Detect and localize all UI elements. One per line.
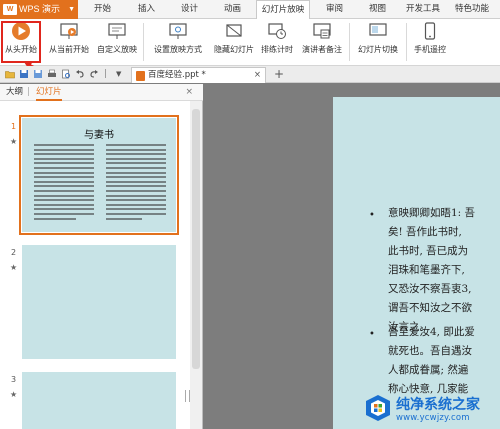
- slide-thumbnail-2[interactable]: [22, 245, 176, 359]
- menu-insert[interactable]: 插入: [138, 0, 155, 19]
- slide-text-line: 又恐汝不察吾衷3,: [388, 283, 472, 295]
- rehearse-timing-label: 排练计时: [261, 45, 293, 54]
- new-tab-button[interactable]: +: [274, 66, 284, 82]
- slide-text-line: 意映卿卿如晤1: 吾: [388, 207, 476, 219]
- slide-number: 3: [11, 375, 17, 384]
- slide-text-line: 谓吾不知汝之不欲: [388, 302, 472, 314]
- ribbon-separator: [143, 23, 144, 61]
- from-current-button[interactable]: 从当前开始: [46, 21, 92, 63]
- document-name: 百度经验.ppt *: [148, 70, 206, 80]
- screen-play-icon: [60, 23, 78, 39]
- print-preview-icon[interactable]: [61, 69, 71, 79]
- phone-icon: [424, 22, 436, 40]
- chevron-down-icon: ▼: [68, 6, 75, 13]
- ribbon-separator: [349, 23, 350, 61]
- close-panel-icon[interactable]: ×: [185, 84, 193, 100]
- customize-dropdown-icon[interactable]: ▼: [116, 66, 121, 82]
- slide-switch-label: 幻灯片切换: [358, 45, 398, 54]
- phone-remote-button[interactable]: 手机遥控: [412, 21, 448, 63]
- print-icon[interactable]: [47, 69, 57, 79]
- setup-show-label: 设置放映方式: [154, 45, 202, 54]
- toolbar-divider: |: [104, 69, 108, 79]
- from-current-label: 从当前开始: [49, 45, 89, 54]
- slide-number: 2: [11, 248, 17, 257]
- slide-text-line: 矣! 吾作此书时,: [388, 226, 462, 238]
- menu-developer[interactable]: 开发工具: [406, 0, 440, 19]
- slide-text-line: 就死也。吾自遇汝: [388, 345, 472, 357]
- scrollbar-thumb[interactable]: [192, 109, 200, 369]
- custom-show-button[interactable]: 自定义放映: [96, 21, 138, 63]
- slide-text-line: 人都成眷属; 然遍: [388, 364, 469, 376]
- watermark-logo-icon: [366, 395, 390, 421]
- menu-slideshow[interactable]: 幻灯片放映: [256, 0, 310, 20]
- tab-slides[interactable]: 幻灯片: [36, 84, 62, 101]
- slide-number: 1: [11, 122, 17, 131]
- menu-animation[interactable]: 动画: [224, 0, 241, 19]
- panel-tabs: 大纲 | 幻灯片 ×: [0, 84, 203, 101]
- bullet-icon: •: [369, 210, 375, 221]
- undo-icon[interactable]: [75, 69, 85, 79]
- save-icon[interactable]: [19, 69, 29, 79]
- slide-canvas[interactable]: • 意映卿卿如晤1: 吾 矣! 吾作此书时, 此书时, 吾已成为 泪珠和笔墨齐下…: [333, 97, 500, 429]
- open-folder-icon[interactable]: [5, 69, 15, 79]
- close-tab-icon[interactable]: ×: [254, 68, 261, 83]
- slide-text-line: 吾至爱汝4, 即此爱: [388, 326, 475, 338]
- bullet-icon: •: [369, 329, 375, 340]
- menu-view[interactable]: 视图: [369, 0, 386, 19]
- slides-panel: 大纲 | 幻灯片 × 1 ★ 与妻书 2 ★ 3 ★: [0, 84, 203, 429]
- hide-slide-label: 隐藏幻灯片: [214, 45, 254, 54]
- redo-icon[interactable]: [89, 69, 99, 79]
- tab-divider: |: [27, 87, 31, 97]
- hide-slide-button[interactable]: 隐藏幻灯片: [211, 21, 257, 63]
- setup-show-button[interactable]: 设置放映方式: [150, 21, 206, 63]
- setup-screen-icon: [169, 23, 187, 39]
- slide-thumbnail-3[interactable]: [22, 372, 176, 429]
- animation-star-icon: ★: [10, 263, 18, 272]
- document-tab[interactable]: 百度经验.ppt * ×: [131, 67, 266, 83]
- app-menu-button[interactable]: W WPS 演示 ▼: [0, 0, 78, 19]
- watermark: 纯净系统之家 www.ycwjzy.com: [364, 390, 500, 429]
- menu-design[interactable]: 设计: [181, 0, 198, 19]
- highlight-box: [1, 21, 41, 63]
- app-name: WPS 演示: [19, 4, 61, 14]
- custom-screen-icon: [108, 23, 126, 39]
- ppt-file-icon: [136, 71, 145, 81]
- thumbnail-title: 与妻书: [84, 130, 114, 141]
- watermark-url: www.ycwjzy.com: [396, 413, 470, 423]
- save-as-icon[interactable]: [33, 69, 43, 79]
- thumbnail-text-right: [106, 144, 166, 222]
- thumbnail-list: 1 ★ 与妻书 2 ★ 3 ★: [0, 101, 190, 429]
- rehearse-timing-button[interactable]: 排练计时: [259, 21, 295, 63]
- panel-scrollbar[interactable]: [190, 101, 202, 429]
- slide-thumbnail-1[interactable]: 与妻书: [19, 115, 179, 235]
- wps-logo-icon: W: [3, 4, 17, 16]
- presenter-notes-label: 演讲者备注: [302, 45, 342, 54]
- presenter-notes-button[interactable]: 演讲者备注: [299, 21, 345, 63]
- slide-text-line: 泪珠和笔墨齐下,: [388, 264, 465, 276]
- animation-star-icon: ★: [10, 390, 18, 399]
- phone-remote-label: 手机遥控: [414, 45, 446, 54]
- hide-slide-icon: [226, 24, 242, 37]
- menu-features[interactable]: 特色功能: [455, 0, 489, 19]
- timer-icon: [268, 23, 286, 39]
- ribbon-separator: [406, 23, 407, 61]
- ribbon: 从头开始 从当前开始 自定义放映 设置放映方式 隐藏幻灯片 排练计时 演讲者备注…: [0, 19, 500, 66]
- thumbnail-text-left: [34, 144, 94, 222]
- menu-bar: W WPS 演示 ▼ 开始 插入 设计 动画 幻灯片放映 审阅 视图 开发工具 特…: [0, 0, 500, 20]
- animation-star-icon: ★: [10, 137, 18, 146]
- notes-icon: [313, 23, 331, 39]
- menu-home[interactable]: 开始: [94, 0, 111, 19]
- slide-switch-button[interactable]: 幻灯片切换: [355, 21, 401, 63]
- quick-access-bar: | ▼ 百度经验.ppt * × +: [0, 66, 500, 83]
- custom-show-label: 自定义放映: [97, 45, 137, 54]
- tab-outline[interactable]: 大纲: [6, 84, 23, 101]
- watermark-title: 纯净系统之家: [396, 397, 480, 413]
- menu-review[interactable]: 审阅: [326, 0, 343, 19]
- slide-switch-icon: [369, 23, 387, 36]
- slide-text-line: 此书时, 吾已成为: [388, 245, 469, 257]
